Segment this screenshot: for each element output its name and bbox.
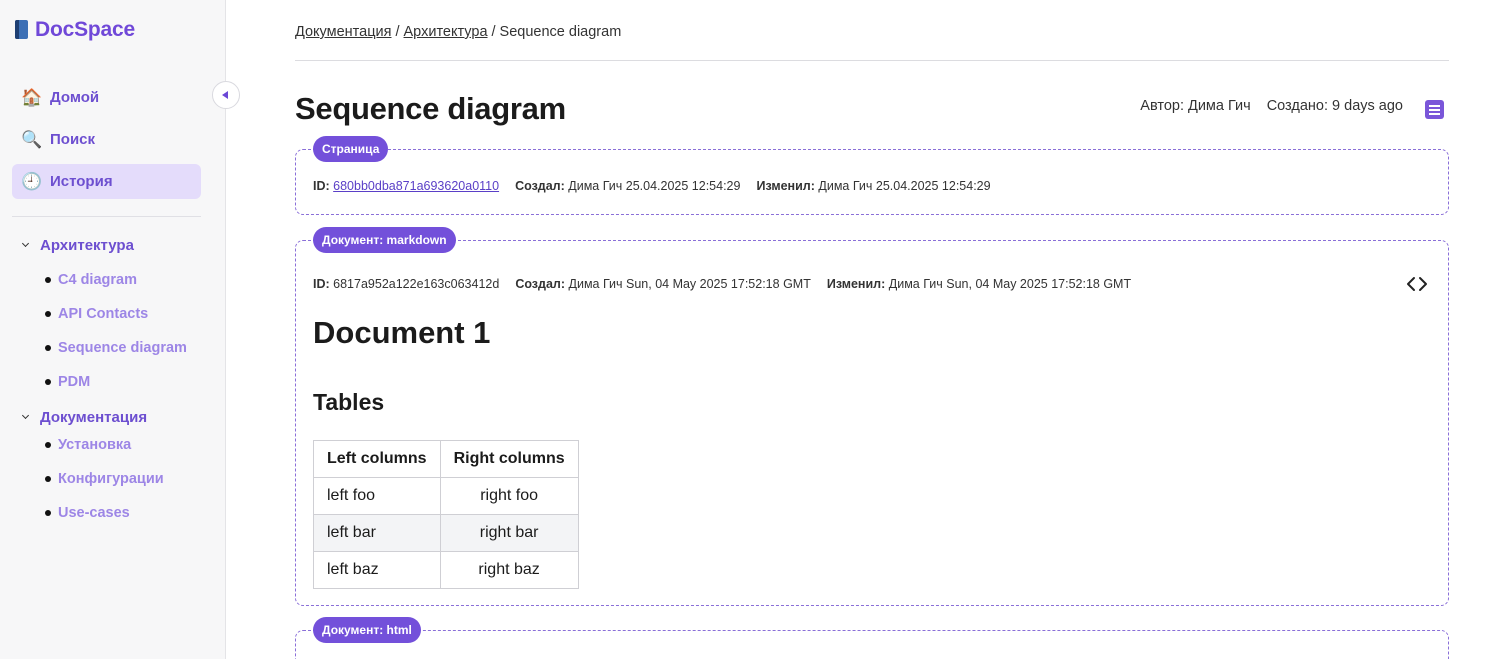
tree-item-label: Use-cases — [58, 505, 130, 521]
tree-section-label: Архитектура — [40, 236, 134, 254]
tree-section-documentation[interactable]: Документация — [22, 407, 212, 427]
nav-item-label: Поиск — [50, 131, 96, 148]
tree-item-label: Конфигурации — [58, 471, 164, 487]
document-subheading: Tables — [313, 389, 385, 415]
table-cell: right baz — [439, 551, 579, 589]
card-tag: Документ: html — [313, 617, 421, 643]
breadcrumb-separator: / — [491, 24, 496, 40]
table-header-row: Left columns Right columns — [313, 440, 579, 478]
tree-item-label: API Contacts — [58, 306, 149, 322]
bullet-icon — [45, 442, 51, 448]
id-field: ID: 6817a952a122e163c063412d — [313, 277, 500, 291]
breadcrumb-current: Sequence diagram — [499, 24, 622, 40]
tree-item-label: Sequence diagram — [58, 340, 187, 356]
tree-item-label: PDM — [58, 374, 91, 390]
tree-item[interactable]: Установка — [45, 428, 212, 462]
table-header: Right columns — [439, 440, 579, 478]
sidebar: DocSpace 🏠 Домой 🔍 Поиск 🕘 История Архит… — [0, 0, 226, 659]
triangle-left-icon — [222, 91, 228, 99]
html-document-card: Документ: html — [295, 617, 1449, 659]
table-row: left baz right baz — [313, 551, 579, 589]
main-nav: 🏠 Домой 🔍 Поиск 🕘 История — [12, 80, 201, 206]
app-logo[interactable]: DocSpace — [13, 18, 135, 42]
table-cell: left foo — [313, 477, 441, 515]
tree-item[interactable]: C4 diagram — [45, 263, 212, 297]
id-field: ID: 680bb0dba871a693620a0110 — [313, 179, 500, 193]
nav-item-search[interactable]: 🔍 Поиск — [12, 122, 201, 157]
main-content: Документация / Архитектура / Sequence diagra… — [295, 0, 1449, 659]
breadcrumb: Документация / Архитектура / Sequence diagra… — [295, 24, 621, 40]
breadcrumb-link-documentation[interactable]: Документация — [295, 24, 391, 40]
tree-item[interactable]: Конфигурации — [45, 462, 212, 496]
nav-item-home[interactable]: 🏠 Домой — [12, 80, 201, 115]
house-icon: 🏠 — [21, 87, 43, 107]
document-icon[interactable] — [1425, 100, 1444, 119]
tree-item[interactable]: PDM — [45, 365, 212, 399]
breadcrumb-divider — [295, 60, 1449, 61]
chevron-down-icon[interactable] — [22, 413, 31, 422]
page-info-card: Страница ID: 680bb0dba871a693620a0110 Со… — [295, 136, 1449, 215]
page-author: Автор: Дима Гич — [1140, 98, 1251, 114]
id-link[interactable]: 680bb0dba871a693620a0110 — [333, 179, 499, 193]
tree-section-architecture[interactable]: Архитектура — [22, 235, 212, 255]
table-cell: left bar — [313, 514, 441, 552]
nav-item-label: Домой — [50, 89, 100, 106]
sidebar-divider — [12, 216, 201, 217]
modified-field: Изменил: Дима Гич 25.04.2025 12:54:29 — [756, 179, 991, 193]
table-cell: right bar — [439, 514, 579, 552]
markdown-table: Left columns Right columns left foo righ… — [313, 440, 579, 589]
modified-field: Изменил: Дима Гич Sun, 04 May 2025 17:52… — [826, 277, 1132, 291]
clock-icon: 🕘 — [21, 171, 43, 191]
bullet-icon — [45, 277, 51, 283]
sidebar-collapse-button[interactable] — [212, 81, 240, 109]
tree-item[interactable]: Sequence diagram — [45, 331, 212, 365]
page-created: Создано: 9 days ago — [1266, 98, 1403, 114]
page-tree: Архитектура C4 diagram API Contacts Sequ… — [22, 235, 212, 538]
bullet-icon — [45, 379, 51, 385]
tree-item[interactable]: Use-cases — [45, 496, 212, 530]
bullet-icon — [45, 345, 51, 351]
table-header: Left columns — [313, 440, 441, 478]
tree-item-label: Установка — [58, 437, 132, 453]
table-row: left bar right bar — [313, 514, 579, 552]
nav-item-label: История — [50, 173, 113, 190]
tree-item[interactable]: API Contacts — [45, 297, 212, 331]
tree-children: Установка Конфигурации Use-cases — [45, 428, 212, 530]
tree-children: C4 diagram API Contacts Sequence diagram… — [45, 263, 212, 399]
magnifier-icon: 🔍 — [21, 129, 43, 149]
bullet-icon — [45, 510, 51, 516]
page-title: Sequence diagram — [295, 91, 566, 126]
table-cell: left baz — [313, 551, 441, 589]
card-tag: Страница — [313, 136, 389, 162]
card-meta: ID: 680bb0dba871a693620a0110 Создал: Дим… — [313, 179, 991, 193]
book-icon — [13, 19, 31, 41]
created-field: Создал: Дима Гич 25.04.2025 12:54:29 — [515, 179, 741, 193]
created-field: Создал: Дима Гич Sun, 04 May 2025 17:52:… — [515, 277, 811, 291]
nav-item-history[interactable]: 🕘 История — [12, 164, 201, 199]
markdown-document-card: Документ: markdown ID: 6817a952a122e163c… — [295, 227, 1449, 606]
page-meta: Автор: Дима Гич Создано: 9 days ago — [1140, 98, 1403, 114]
code-view-icon[interactable] — [1406, 275, 1428, 293]
bullet-icon — [45, 476, 51, 482]
document-heading: Document 1 — [313, 315, 491, 350]
bullet-icon — [45, 311, 51, 317]
tree-item-label: C4 diagram — [58, 272, 137, 288]
app-name: DocSpace — [35, 18, 135, 41]
chevron-down-icon[interactable] — [22, 241, 31, 250]
tree-section-label: Документация — [40, 408, 148, 426]
card-tag: Документ: markdown — [313, 227, 456, 253]
card-meta: ID: 6817a952a122e163c063412d Создал: Дим… — [313, 277, 1131, 291]
table-cell: right foo — [439, 477, 579, 515]
breadcrumb-separator: / — [395, 24, 400, 40]
table-row: left foo right foo — [313, 477, 579, 515]
breadcrumb-link-architecture[interactable]: Архитектура — [404, 24, 488, 40]
